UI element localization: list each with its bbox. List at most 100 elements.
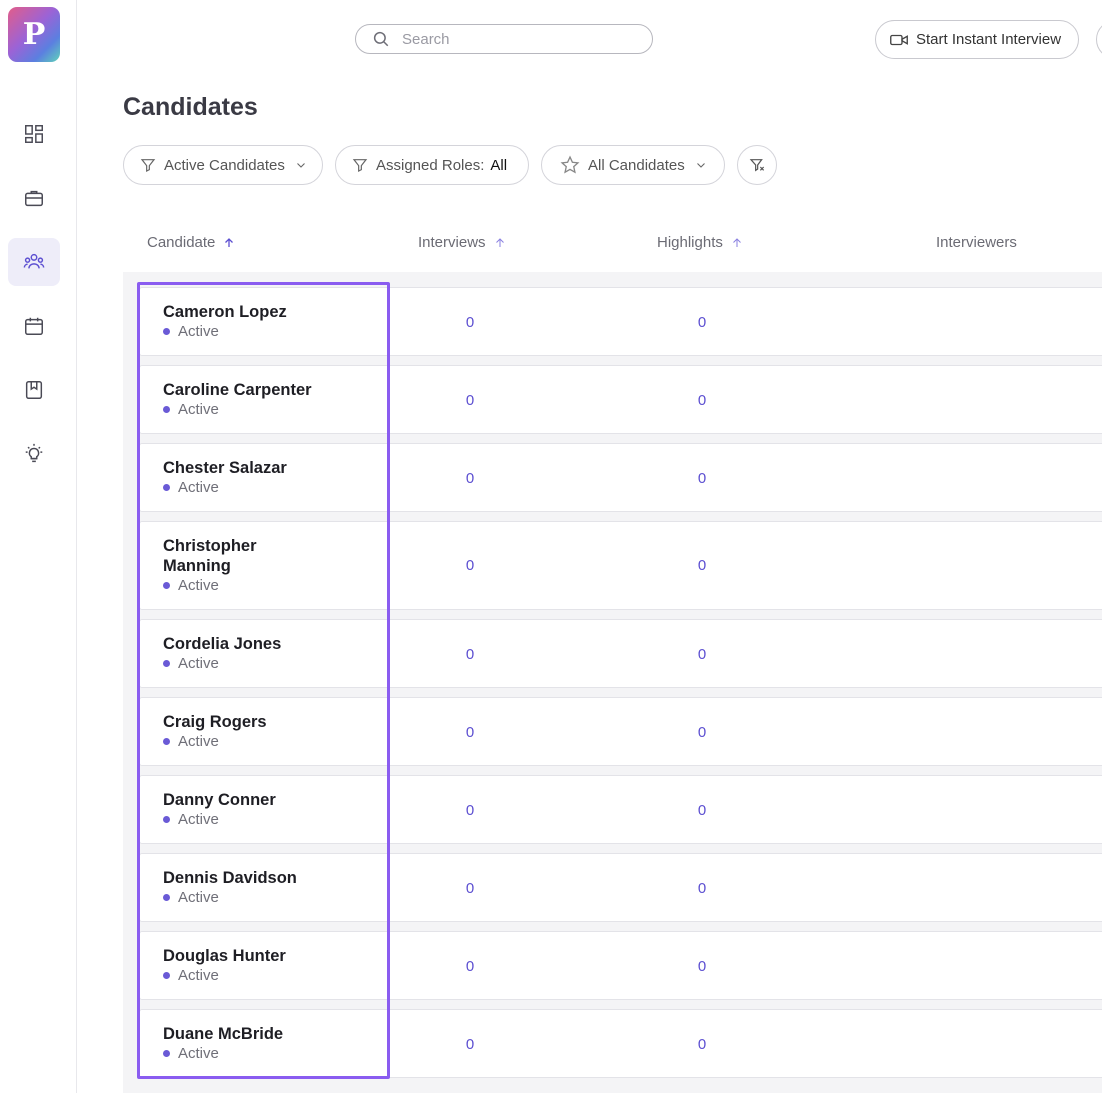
highlights-count[interactable]: 0 — [692, 392, 712, 409]
table-row[interactable]: Dennis Davidson Active 0 0 — [139, 853, 1102, 922]
interviews-count[interactable]: 0 — [460, 646, 480, 663]
sidebar-item-insights[interactable] — [8, 430, 60, 478]
assigned-roles-value: All — [490, 156, 508, 174]
start-instant-interview-label: Start Instant Interview — [916, 31, 1062, 48]
table-row[interactable]: Danny Conner Active 0 0 — [139, 775, 1102, 844]
highlights-count[interactable]: 0 — [692, 802, 712, 819]
status-dot — [163, 406, 170, 413]
status-dot — [163, 816, 170, 823]
sort-up-icon — [495, 237, 504, 247]
clear-filters-button[interactable] — [737, 145, 777, 185]
column-header-interviewers[interactable]: Interviewers — [936, 234, 1017, 251]
column-header-candidate[interactable]: Candidate — [147, 234, 235, 251]
column-header-highlights-label: Highlights — [657, 234, 723, 251]
search-bar[interactable] — [355, 24, 653, 54]
candidate-name[interactable]: Craig Rogers — [163, 712, 363, 732]
page-title: Candidates — [123, 93, 258, 121]
sort-up-icon — [733, 237, 741, 247]
table-row[interactable]: Cameron Lopez Active 0 0 — [139, 287, 1102, 356]
status-dot — [163, 972, 170, 979]
highlights-count[interactable]: 0 — [692, 557, 712, 574]
filter-icon — [352, 159, 368, 172]
interviews-count[interactable]: 0 — [460, 1036, 480, 1053]
table-row[interactable]: Chester Salazar Active 0 0 — [139, 443, 1102, 512]
highlights-count[interactable]: 0 — [692, 1036, 712, 1053]
header-extra-button[interactable] — [1096, 20, 1102, 59]
candidate-status-label: Active — [178, 1045, 219, 1062]
interviews-count[interactable]: 0 — [460, 880, 480, 897]
app-logo[interactable]: P — [8, 7, 60, 62]
table-row[interactable]: Douglas Hunter Active 0 0 — [139, 931, 1102, 1000]
candidate-name[interactable]: Duane McBride — [163, 1024, 363, 1044]
highlights-count[interactable]: 0 — [692, 314, 712, 331]
highlights-count[interactable]: 0 — [692, 470, 712, 487]
sidebar-item-dashboard[interactable] — [8, 110, 60, 158]
table-row[interactable]: Cordelia Jones Active 0 0 — [139, 619, 1102, 688]
interviews-count[interactable]: 0 — [460, 802, 480, 819]
candidate-status-label: Active — [178, 577, 219, 594]
table-row[interactable]: Duane McBride Active 0 0 — [139, 1009, 1102, 1078]
sidebar: P — [0, 0, 77, 1093]
table-row[interactable]: Christopher Manning Active 0 0 — [139, 521, 1102, 610]
candidate-name[interactable]: Dennis Davidson — [163, 868, 363, 888]
interviews-count[interactable]: 0 — [460, 470, 480, 487]
logo-letter: P — [22, 16, 46, 52]
interviews-count[interactable]: 0 — [460, 314, 480, 331]
sidebar-item-calendar[interactable] — [8, 302, 60, 350]
active-candidates-filter[interactable]: Active Candidates — [123, 145, 323, 185]
candidate-name[interactable]: Christopher Manning — [163, 536, 283, 576]
interviews-count[interactable]: 0 — [460, 392, 480, 409]
all-candidates-label: All Candidates — [588, 156, 685, 174]
candidate-status: Active — [163, 1045, 219, 1062]
filter-icon — [140, 159, 156, 172]
table-row[interactable]: Caroline Carpenter Active 0 0 — [139, 365, 1102, 434]
table-row[interactable]: Craig Rogers Active 0 0 — [139, 697, 1102, 766]
column-header-interviewers-label: Interviewers — [936, 234, 1017, 251]
candidate-status: Active — [163, 655, 219, 672]
candidate-status-label: Active — [178, 733, 219, 750]
status-dot — [163, 738, 170, 745]
sidebar-item-bookmarks[interactable] — [8, 366, 60, 414]
start-instant-interview-button[interactable]: Start Instant Interview — [875, 20, 1079, 59]
column-header-interviews[interactable]: Interviews — [418, 234, 506, 251]
candidate-name[interactable]: Caroline Carpenter — [163, 380, 363, 400]
candidate-status: Active — [163, 733, 219, 750]
interviews-count[interactable]: 0 — [460, 958, 480, 975]
clear-filter-icon — [749, 159, 765, 172]
candidate-status: Active — [163, 577, 219, 594]
highlights-count[interactable]: 0 — [692, 880, 712, 897]
dashboard-icon — [25, 125, 43, 143]
status-dot — [163, 1050, 170, 1057]
candidate-name[interactable]: Danny Conner — [163, 790, 363, 810]
sidebar-item-candidates[interactable] — [8, 238, 60, 286]
candidate-status-label: Active — [178, 401, 219, 418]
candidate-name[interactable]: Cordelia Jones — [163, 634, 363, 654]
interviews-count[interactable]: 0 — [460, 557, 480, 574]
lightbulb-icon — [25, 443, 43, 463]
interviews-count[interactable]: 0 — [460, 724, 480, 741]
search-input[interactable] — [400, 29, 624, 49]
assigned-roles-filter[interactable]: Assigned Roles: All — [335, 145, 529, 185]
candidate-status: Active — [163, 811, 219, 828]
status-dot — [163, 328, 170, 335]
candidate-status: Active — [163, 323, 219, 340]
candidate-status-label: Active — [178, 967, 219, 984]
candidate-status: Active — [163, 889, 219, 906]
candidate-name[interactable]: Douglas Hunter — [163, 946, 363, 966]
assigned-roles-label: Assigned Roles: — [376, 156, 485, 174]
sidebar-item-jobs[interactable] — [8, 174, 60, 222]
chevron-down-icon — [696, 163, 705, 168]
status-dot — [163, 894, 170, 901]
video-camera-icon — [890, 34, 908, 45]
column-header-candidate-label: Candidate — [147, 234, 216, 251]
highlights-count[interactable]: 0 — [692, 958, 712, 975]
column-header-highlights[interactable]: Highlights — [657, 234, 743, 251]
candidate-name[interactable]: Chester Salazar — [163, 458, 363, 478]
candidate-status-label: Active — [178, 811, 219, 828]
sort-up-icon — [225, 237, 234, 247]
highlights-count[interactable]: 0 — [692, 646, 712, 663]
candidate-name[interactable]: Cameron Lopez — [163, 302, 303, 322]
highlights-count[interactable]: 0 — [692, 724, 712, 741]
bookmark-icon — [25, 381, 43, 399]
all-candidates-filter[interactable]: All Candidates — [541, 145, 725, 185]
